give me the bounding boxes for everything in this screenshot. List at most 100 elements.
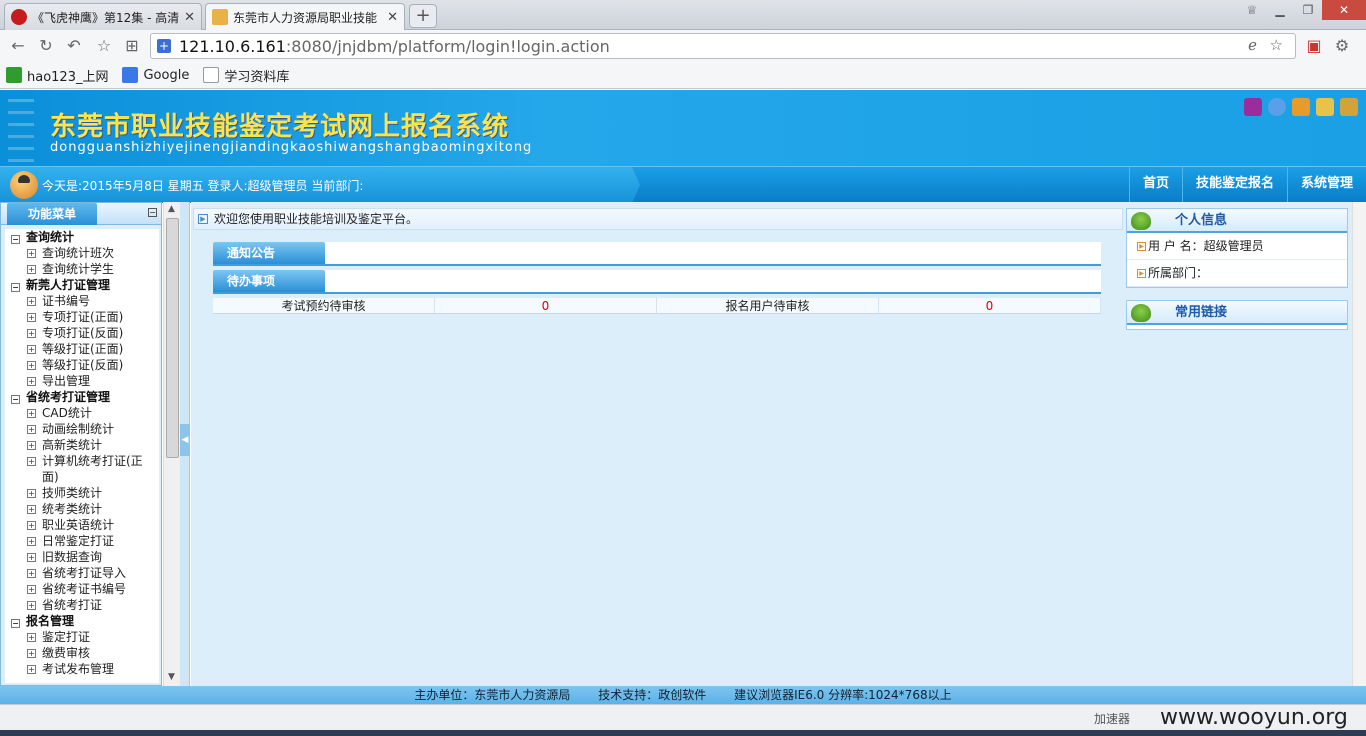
scroll-thumb[interactable] bbox=[166, 218, 179, 458]
nav-skill-registration[interactable]: 技能鉴定报名 bbox=[1181, 167, 1287, 203]
expand-item-icon[interactable]: + bbox=[27, 409, 36, 418]
favorite-star-icon[interactable]: ☆ bbox=[94, 36, 114, 56]
menu-item[interactable]: + 证书编号 bbox=[5, 293, 159, 309]
menu-item[interactable]: + 统考类统计 bbox=[5, 501, 159, 517]
url-input[interactable]: + 121.10.6.161:8080/jnjdbm/platform/logi… bbox=[150, 33, 1296, 59]
collapse-group-icon[interactable]: − bbox=[11, 234, 20, 244]
menu-item[interactable]: + 专项打证(正面) bbox=[5, 309, 159, 325]
menu-group[interactable]: − 省统考打证管理 bbox=[5, 389, 159, 405]
exam-pending-label[interactable]: 考试预约待审核 bbox=[213, 298, 435, 313]
minimize-icon[interactable]: ▁ bbox=[1266, 0, 1294, 20]
menu-item[interactable]: + 旧数据查询 bbox=[5, 549, 159, 565]
nav-home[interactable]: 首页 bbox=[1128, 167, 1182, 203]
menu-group[interactable]: − 查询统计 bbox=[5, 229, 159, 245]
expand-item-icon[interactable]: + bbox=[27, 265, 36, 274]
expand-item-icon[interactable]: + bbox=[27, 633, 36, 642]
bookmark-google[interactable]: Google bbox=[122, 67, 189, 83]
expand-item-icon[interactable]: + bbox=[27, 345, 36, 354]
menu-item[interactable]: + CAD统计 bbox=[5, 405, 159, 421]
back-icon[interactable]: ← bbox=[8, 36, 28, 56]
expand-item-icon[interactable]: + bbox=[27, 489, 36, 498]
expand-item-icon[interactable]: + bbox=[27, 537, 36, 546]
expand-item-icon[interactable]: + bbox=[27, 425, 36, 434]
nav-system-admin[interactable]: 系统管理 bbox=[1286, 167, 1366, 203]
collapse-sidebar-icon[interactable]: ◀ bbox=[180, 424, 190, 456]
menu-item[interactable]: + 缴费审核 bbox=[5, 645, 159, 661]
exam-pending-count[interactable]: 0 bbox=[435, 298, 657, 313]
expand-item-icon[interactable]: + bbox=[27, 601, 36, 610]
expand-item-icon[interactable]: + bbox=[27, 313, 36, 322]
collapse-menu-icon[interactable]: − bbox=[148, 208, 157, 217]
notice-tab[interactable]: 通知公告 bbox=[213, 242, 325, 264]
home-icon[interactable] bbox=[1292, 98, 1310, 116]
menu-item[interactable]: + 计算机统考打证(正面) bbox=[5, 453, 159, 485]
menu-item[interactable]: + 导出管理 bbox=[5, 373, 159, 389]
bookmark-hao123[interactable]: hao123_上网 bbox=[6, 66, 108, 85]
help-icon[interactable] bbox=[1268, 98, 1286, 116]
skin-icon[interactable]: ♕ bbox=[1238, 0, 1266, 20]
undo-icon[interactable]: ↶ bbox=[64, 36, 84, 56]
expand-item-icon[interactable]: + bbox=[27, 585, 36, 594]
right-scrollbar[interactable] bbox=[1352, 202, 1366, 686]
refresh-icon[interactable]: ↻ bbox=[36, 36, 56, 56]
ie-mode-icon[interactable]: ℯ bbox=[1248, 36, 1257, 54]
expand-item-icon[interactable]: + bbox=[27, 505, 36, 514]
menu-item[interactable]: + 等级打证(反面) bbox=[5, 357, 159, 373]
browser-tab-video[interactable]: 《飞虎神鹰》第12集 - 高清 ✕ bbox=[4, 3, 202, 30]
menu-item[interactable]: + 查询统计学生 bbox=[5, 261, 159, 277]
close-tab-icon[interactable]: ✕ bbox=[387, 10, 398, 25]
apps-grid-icon[interactable]: ⊞ bbox=[122, 36, 142, 56]
expand-item-icon[interactable]: + bbox=[27, 377, 36, 386]
menu-item[interactable]: + 省统考证书编号 bbox=[5, 581, 159, 597]
book-icon[interactable] bbox=[1244, 98, 1262, 116]
menu-item[interactable]: + 等级打证(正面) bbox=[5, 341, 159, 357]
expand-item-icon[interactable]: + bbox=[27, 553, 36, 562]
expand-item-icon[interactable]: + bbox=[27, 361, 36, 370]
todo-tab[interactable]: 待办事项 bbox=[213, 270, 325, 292]
browser-tab-current[interactable]: 东莞市人力资源局职业技能 ✕ bbox=[205, 3, 405, 30]
menu-group[interactable]: − 报名管理 bbox=[5, 613, 159, 629]
expand-item-icon[interactable]: + bbox=[27, 457, 36, 466]
menu-item[interactable]: + 省统考打证 bbox=[5, 597, 159, 613]
menu-item[interactable]: + 日常鉴定打证 bbox=[5, 533, 159, 549]
accelerator-button[interactable]: 加速器 bbox=[1094, 710, 1130, 727]
menu-item[interactable]: + 查询统计班次 bbox=[5, 245, 159, 261]
scroll-down-icon[interactable]: ▼ bbox=[168, 672, 175, 682]
menu-group[interactable]: − 新莞人打证管理 bbox=[5, 277, 159, 293]
lock-icon[interactable] bbox=[1316, 98, 1334, 116]
close-tab-icon[interactable]: ✕ bbox=[184, 10, 195, 25]
scroll-up-icon[interactable]: ▲ bbox=[168, 204, 175, 214]
menu-item[interactable]: + 鉴定打证 bbox=[5, 629, 159, 645]
google-icon bbox=[122, 67, 139, 83]
reg-pending-label[interactable]: 报名用户待审核 bbox=[657, 298, 879, 313]
collapse-group-icon[interactable]: − bbox=[11, 282, 20, 292]
bookmark-study[interactable]: 学习资料库 bbox=[203, 66, 289, 85]
expand-item-icon[interactable]: + bbox=[27, 297, 36, 306]
expand-item-icon[interactable]: + bbox=[27, 329, 36, 338]
exit-icon[interactable] bbox=[1340, 98, 1358, 116]
collapse-group-icon[interactable]: − bbox=[11, 394, 20, 404]
expand-item-icon[interactable]: + bbox=[27, 569, 36, 578]
expand-item-icon[interactable]: + bbox=[27, 441, 36, 450]
menu-item[interactable]: + 省统考打证导入 bbox=[5, 565, 159, 581]
window-close-icon[interactable]: ✕ bbox=[1322, 0, 1366, 20]
collapse-group-icon[interactable]: − bbox=[11, 618, 20, 628]
menu-item[interactable]: + 技师类统计 bbox=[5, 485, 159, 501]
new-tab-button[interactable]: + bbox=[409, 4, 437, 28]
expand-item-icon[interactable]: + bbox=[27, 249, 36, 258]
expand-item-icon[interactable]: + bbox=[27, 665, 36, 674]
bookmark-star-icon[interactable]: ☆ bbox=[1270, 36, 1283, 54]
menu-item[interactable]: + 职业英语统计 bbox=[5, 517, 159, 533]
addon-icon[interactable]: ▣ bbox=[1304, 36, 1324, 56]
menu-item[interactable]: + 动画绘制统计 bbox=[5, 421, 159, 437]
expand-item-icon[interactable]: + bbox=[27, 521, 36, 530]
sidebar-scrollbar[interactable]: ▲ ▼ bbox=[163, 202, 180, 686]
reg-pending-count[interactable]: 0 bbox=[879, 298, 1101, 313]
sidebar-splitter[interactable]: ◀ bbox=[180, 202, 190, 686]
settings-wrench-icon[interactable]: ⚙ bbox=[1332, 36, 1352, 56]
maximize-icon[interactable]: ❐ bbox=[1294, 0, 1322, 20]
menu-item[interactable]: + 高新类统计 bbox=[5, 437, 159, 453]
menu-item[interactable]: + 专项打证(反面) bbox=[5, 325, 159, 341]
menu-item[interactable]: + 考试发布管理 bbox=[5, 661, 159, 677]
expand-item-icon[interactable]: + bbox=[27, 649, 36, 658]
